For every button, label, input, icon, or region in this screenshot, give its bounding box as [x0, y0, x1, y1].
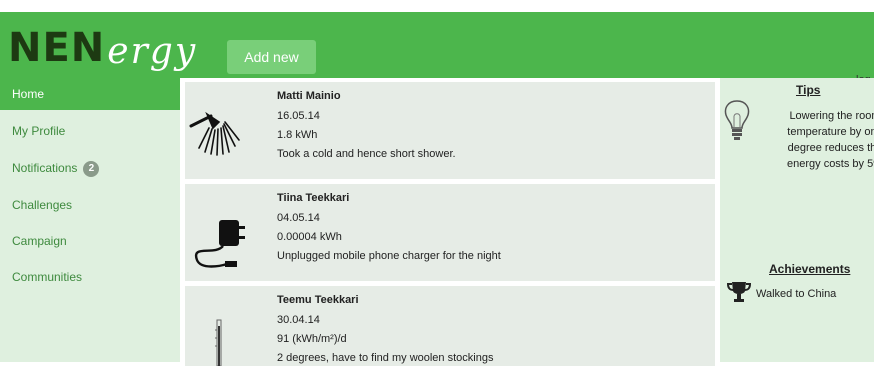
activity-feed: Matti Mainio 16.05.14 1.8 kWh Took a col… — [180, 78, 720, 367]
sidebar-item-campaign[interactable]: Campaign — [0, 225, 180, 257]
sidebar-item-label: Challenges — [12, 198, 73, 212]
user-name[interactable]: Teemu Teekkari — [277, 294, 359, 306]
sidebar-item-communities[interactable]: Communities — [0, 261, 180, 293]
sidebar-item-home[interactable]: Home — [0, 78, 180, 110]
entry-date: 04.05.14 — [277, 212, 320, 224]
feed-card[interactable]: Matti Mainio 16.05.14 1.8 kWh Took a col… — [185, 82, 715, 179]
sidebar-item-label: My Profile — [12, 124, 66, 138]
lightbulb-icon — [722, 98, 752, 149]
app-logo[interactable]: NEN ergy — [8, 24, 197, 84]
entry-note: Unplugged mobile phone charger for the n… — [277, 250, 501, 262]
sidebar-item-challenges[interactable]: Challenges — [0, 189, 180, 221]
entry-date: 16.05.14 — [277, 110, 320, 122]
entry-note: Took a cold and hence short shower. — [277, 148, 456, 160]
feed-card[interactable]: Teemu Teekkari 30.04.14 91 (kWh/m²)/d 2 … — [185, 286, 715, 367]
user-name[interactable]: Tiina Teekkari — [277, 192, 349, 204]
sidebar-item-label: Home — [12, 87, 45, 101]
sidebar-item-my-profile[interactable]: My Profile — [0, 115, 180, 147]
entry-date: 30.04.14 — [277, 314, 320, 326]
energy-saved: 91 (kWh/m²)/d — [277, 333, 347, 345]
thermometer-icon — [185, 286, 265, 367]
sidebar-item-label: Notifications — [12, 161, 78, 175]
add-new-button[interactable]: Add new — [227, 40, 316, 74]
right-panel: Tips Lowering the room temperature by on… — [720, 78, 874, 362]
logo-secondary: ergy — [107, 31, 198, 72]
energy-saved: 1.8 kWh — [277, 129, 318, 141]
achievements-title: Achievements — [769, 262, 851, 276]
tips-title: Tips — [796, 83, 821, 97]
phone-charger-icon — [185, 184, 265, 281]
sidebar-item-notifications[interactable]: Notifications 2 — [0, 152, 180, 184]
sidebar: Home My Profile Notifications 2 Challenge… — [0, 78, 180, 362]
app-header: NEN ergy Add new log — [0, 12, 874, 86]
sidebar-item-label: Communities — [12, 270, 83, 284]
shower-icon — [185, 82, 265, 179]
notification-count-badge: 2 — [83, 160, 100, 177]
trophy-icon — [726, 280, 752, 309]
energy-saved: 0.00004 kWh — [277, 231, 342, 243]
logo-primary: NEN — [8, 25, 106, 71]
tip-text: Lowering the room temperature by one deg… — [787, 110, 874, 170]
user-name[interactable]: Matti Mainio — [277, 90, 341, 102]
achievement-item: Walked to China — [756, 288, 837, 300]
feed-card[interactable]: Tiina Teekkari 04.05.14 0.00004 kWh Unpl… — [185, 184, 715, 281]
sidebar-item-label: Campaign — [12, 234, 67, 248]
entry-note: 2 degrees, have to find my woolen stocki… — [277, 352, 494, 364]
